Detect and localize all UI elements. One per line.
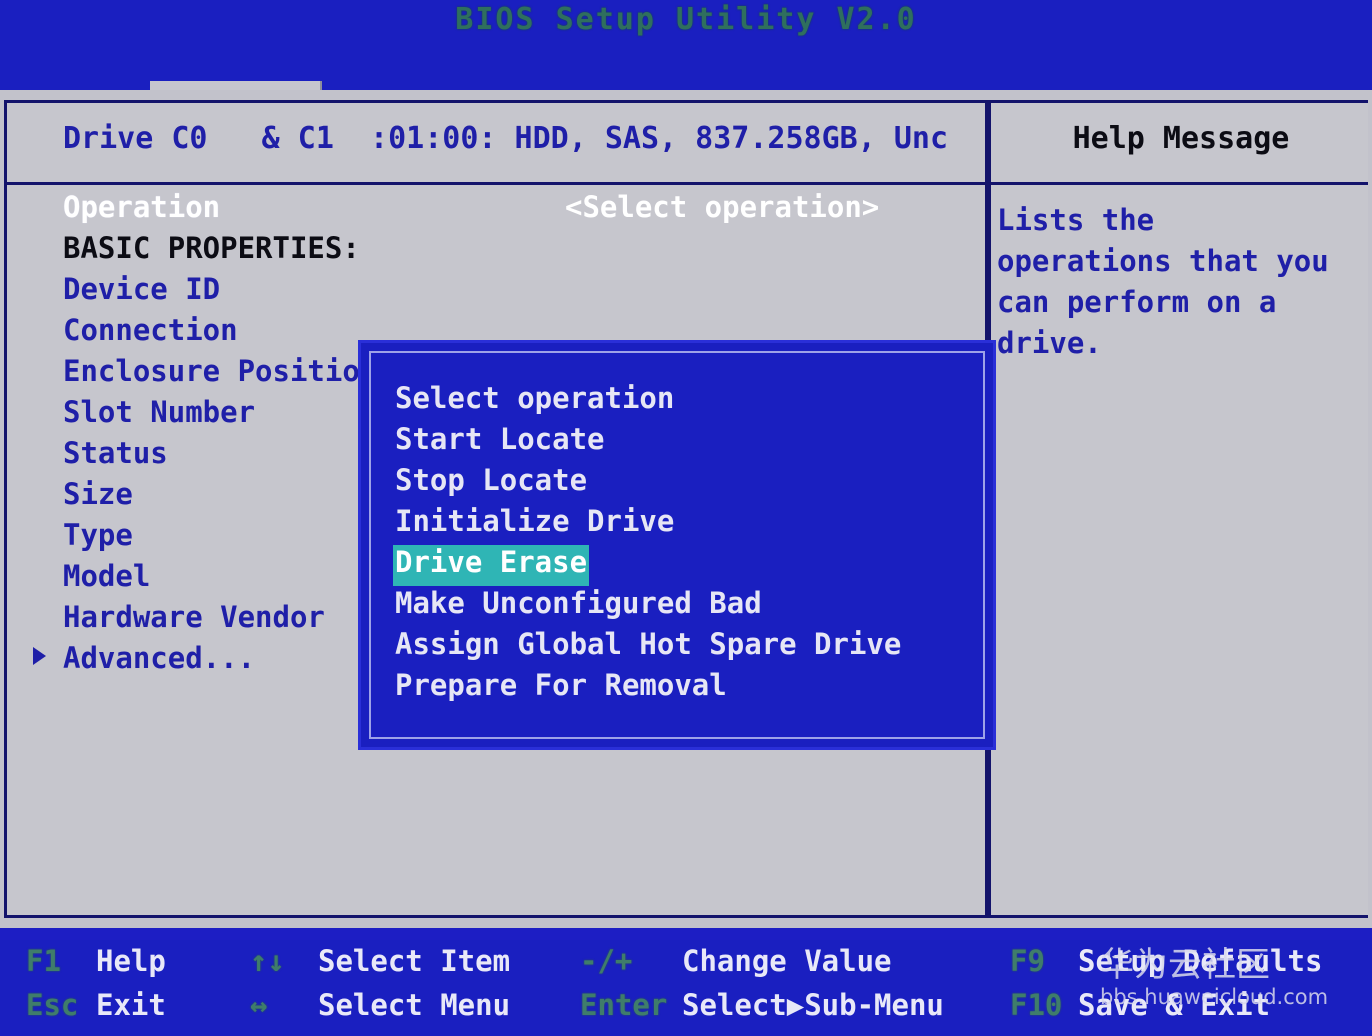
dropdown-item-prepare-for-removal[interactable]: Prepare For Removal [393,668,729,709]
dropdown-item-stop-locate[interactable]: Stop Locate [393,463,589,504]
dropdown-row: Make Unconfigured Bad [393,586,973,627]
status-desc-select-item: Select Item [318,944,510,978]
field-value-operation[interactable]: <Select operation> [565,190,879,224]
section-header-basic-properties: BASIC PROPERTIES: [63,231,360,265]
dropdown-item-make-unconfigured-bad[interactable]: Make Unconfigured Bad [393,586,764,627]
help-text-line: drive. [997,326,1369,367]
dropdown-row: Assign Global Hot Spare Drive [393,627,973,668]
body-frame: Drive C0 & C1 :01:00: HDD, SAS, 837.258G… [0,90,1372,928]
status-desc-save-exit: Save & Exit [1078,988,1270,1022]
help-panel-header: Help Message [991,103,1368,185]
dropdown-row: Select operation [393,381,973,422]
tab-strip: Advanced [0,40,1372,90]
drive-header: Drive C0 & C1 :01:00: HDD, SAS, 837.258G… [7,103,985,185]
status-desc-select-menu: Select Menu [318,988,510,1022]
dropdown-row: Drive Erase [393,545,973,586]
submenu-arrow-icon [33,647,46,665]
status-key-f1: F1 [26,944,61,978]
status-desc-exit: Exit [96,988,166,1022]
field-label-operation: Operation [63,190,220,224]
field-row-device-id[interactable]: Device ID [7,270,985,311]
field-label-model: Model [63,559,150,593]
field-label-status: Status [63,436,168,470]
field-label-hardware-vendor: Hardware Vendor [63,600,325,634]
help-text-line: can perform on a [997,285,1369,326]
help-panel-body: Lists the operations that you can perfor… [997,203,1369,367]
drive-header-text: Drive C0 & C1 :01:00: HDD, SAS, 837.258G… [63,121,948,156]
status-key-esc: Esc [26,988,78,1022]
arrow-up-down-icon: ↑↓ [250,944,285,978]
status-key-minus-plus: -/+ [580,944,632,978]
help-panel: Help Message Lists the operations that y… [988,100,1368,918]
dropdown-item-start-locate[interactable]: Start Locate [393,422,607,463]
field-row-operation[interactable]: Operation <Select operation> [7,188,985,229]
status-bar-row: F1 Help ↑↓ Select Item -/+ Change Value … [0,944,1372,988]
arrow-left-right-icon: ↔ [250,988,267,1022]
dropdown-row: Stop Locate [393,463,973,504]
title-bar: BIOS Setup Utility V2.0 [0,0,1372,40]
dropdown-item-initialize-drive[interactable]: Initialize Drive [393,504,676,545]
operation-dropdown-popup[interactable]: Select operation Start Locate Stop Locat… [358,340,996,750]
field-label-device-id: Device ID [63,272,220,306]
field-label-advanced: Advanced... [63,641,255,675]
status-desc-f1: Help [96,944,166,978]
field-label-slot-number: Slot Number [63,395,255,429]
status-key-f9: F9 [1010,944,1045,978]
status-bar-row: Esc Exit ↔ Select Menu Enter Select▶Sub-… [0,988,1372,1032]
help-text-line: Lists the [997,203,1369,244]
dropdown-row: Initialize Drive [393,504,973,545]
help-text-line: operations that you [997,244,1369,285]
field-label-size: Size [63,477,133,511]
dropdown-item-select-operation[interactable]: Select operation [393,381,676,422]
dropdown-row: Start Locate [393,422,973,463]
bios-setup-screen: BIOS Setup Utility V2.0 Advanced Drive C… [0,0,1372,1036]
status-desc-select-submenu: Select▶Sub-Menu [682,988,944,1022]
page-title: BIOS Setup Utility V2.0 [0,2,1372,37]
dropdown-option-list: Select operation Start Locate Stop Locat… [393,381,973,709]
field-label-enclosure-position: Enclosure Positio [63,354,360,388]
dropdown-row: Prepare For Removal [393,668,973,709]
status-key-enter: Enter [580,988,667,1022]
field-label-connection: Connection [63,313,238,347]
field-row-basic-properties: BASIC PROPERTIES: [7,229,985,270]
help-panel-title: Help Message [991,121,1371,156]
dropdown-item-drive-erase[interactable]: Drive Erase [393,545,589,586]
status-desc-setup-defaults: Setup Defaults [1078,944,1322,978]
status-desc-change-value: Change Value [682,944,892,978]
dropdown-item-assign-global-hot-spare-drive[interactable]: Assign Global Hot Spare Drive [393,627,903,668]
status-key-f10: F10 [1010,988,1062,1022]
status-bar: F1 Help ↑↓ Select Item -/+ Change Value … [0,940,1372,1036]
field-label-type: Type [63,518,133,552]
